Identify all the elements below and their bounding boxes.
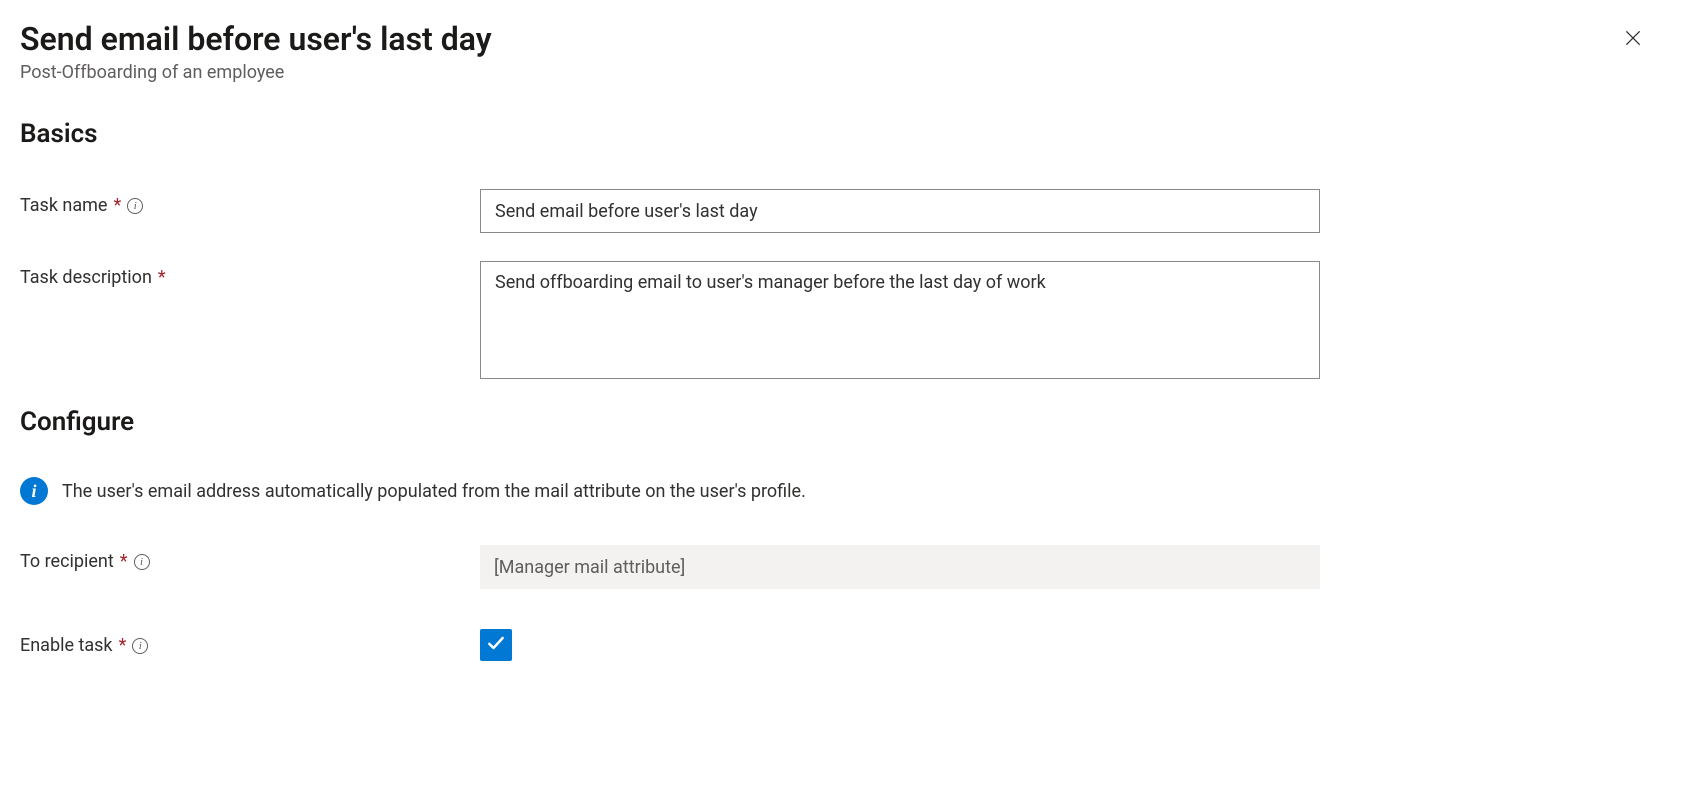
required-indicator: *: [113, 195, 121, 216]
required-indicator: *: [120, 551, 128, 572]
basics-heading: Basics: [20, 119, 1669, 149]
page-subtitle: Post-Offboarding of an employee: [20, 62, 1669, 83]
close-icon: [1623, 28, 1643, 51]
task-name-input[interactable]: [480, 189, 1320, 233]
task-name-label: Task name: [20, 195, 107, 216]
to-recipient-input: [480, 545, 1320, 589]
info-icon[interactable]: i: [127, 198, 143, 214]
page-title: Send email before user's last day: [20, 20, 492, 58]
info-icon[interactable]: i: [132, 638, 148, 654]
info-icon: i: [20, 477, 48, 505]
checkmark-icon: [486, 633, 506, 657]
info-banner-text: The user's email address automatically p…: [62, 481, 806, 502]
close-button[interactable]: [1617, 22, 1649, 57]
configure-heading: Configure: [20, 407, 1669, 437]
required-indicator: *: [119, 635, 127, 656]
enable-task-checkbox[interactable]: [480, 629, 512, 661]
task-description-input[interactable]: [480, 261, 1320, 379]
info-icon[interactable]: i: [134, 554, 150, 570]
to-recipient-label: To recipient: [20, 551, 114, 572]
required-indicator: *: [158, 267, 166, 288]
task-description-label: Task description: [20, 267, 152, 288]
enable-task-label: Enable task: [20, 635, 113, 656]
